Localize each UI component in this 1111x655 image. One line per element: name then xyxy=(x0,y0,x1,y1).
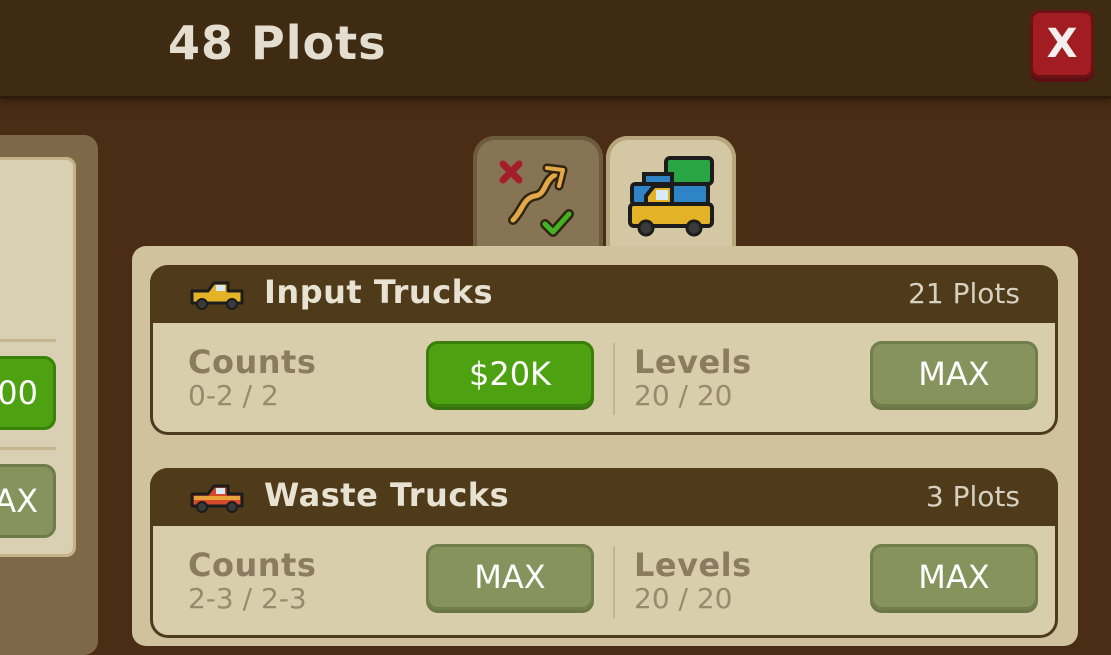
left-max-button[interactable]: AX xyxy=(0,464,56,538)
yellow-truck-icon xyxy=(190,281,244,310)
card-plot-count: 21 Plots xyxy=(908,277,1020,310)
counts-upgrade-button[interactable]: $20K xyxy=(426,341,594,407)
counts-value: 2-3 / 2-3 xyxy=(188,582,307,615)
counts-label: Counts xyxy=(188,546,317,584)
levels-value: 20 / 20 xyxy=(634,582,733,615)
card-plot-count: 3 Plots xyxy=(925,480,1020,513)
tab-trucks[interactable] xyxy=(606,136,736,256)
progress-arrow-icon xyxy=(499,160,574,237)
levels-label: Levels xyxy=(634,546,752,584)
red-truck-icon xyxy=(190,484,244,513)
card-divider xyxy=(613,546,615,618)
levels-label: Levels xyxy=(634,343,752,381)
page-title: 48 Plots xyxy=(168,16,387,70)
counts-label: Counts xyxy=(188,343,317,381)
levels-max-button[interactable]: MAX xyxy=(870,544,1038,610)
card-header: Input Trucks 21 Plots xyxy=(150,265,1058,323)
card-title: Input Trucks xyxy=(264,273,493,311)
card-divider xyxy=(613,343,615,415)
levels-value: 20 / 20 xyxy=(634,379,733,412)
left-divider xyxy=(0,447,56,450)
trucks-stack-icon xyxy=(628,156,714,237)
waste-trucks-card: Waste Trucks 3 Plots Counts 2-3 / 2-3 MA… xyxy=(150,468,1058,638)
input-trucks-card: Input Trucks 21 Plots Counts 0-2 / 2 $20… xyxy=(150,265,1058,435)
counts-value: 0-2 / 2 xyxy=(188,379,279,412)
card-header: Waste Trucks 3 Plots xyxy=(150,468,1058,526)
tab-progress[interactable] xyxy=(473,136,603,256)
counts-max-button[interactable]: MAX xyxy=(426,544,594,610)
left-buy-button[interactable]: 00 xyxy=(0,356,56,430)
levels-max-button[interactable]: MAX xyxy=(870,341,1038,407)
top-bar: 48 Plots X xyxy=(0,0,1111,96)
close-button[interactable]: X xyxy=(1030,10,1094,78)
left-divider xyxy=(0,339,56,342)
card-title: Waste Trucks xyxy=(264,476,510,514)
